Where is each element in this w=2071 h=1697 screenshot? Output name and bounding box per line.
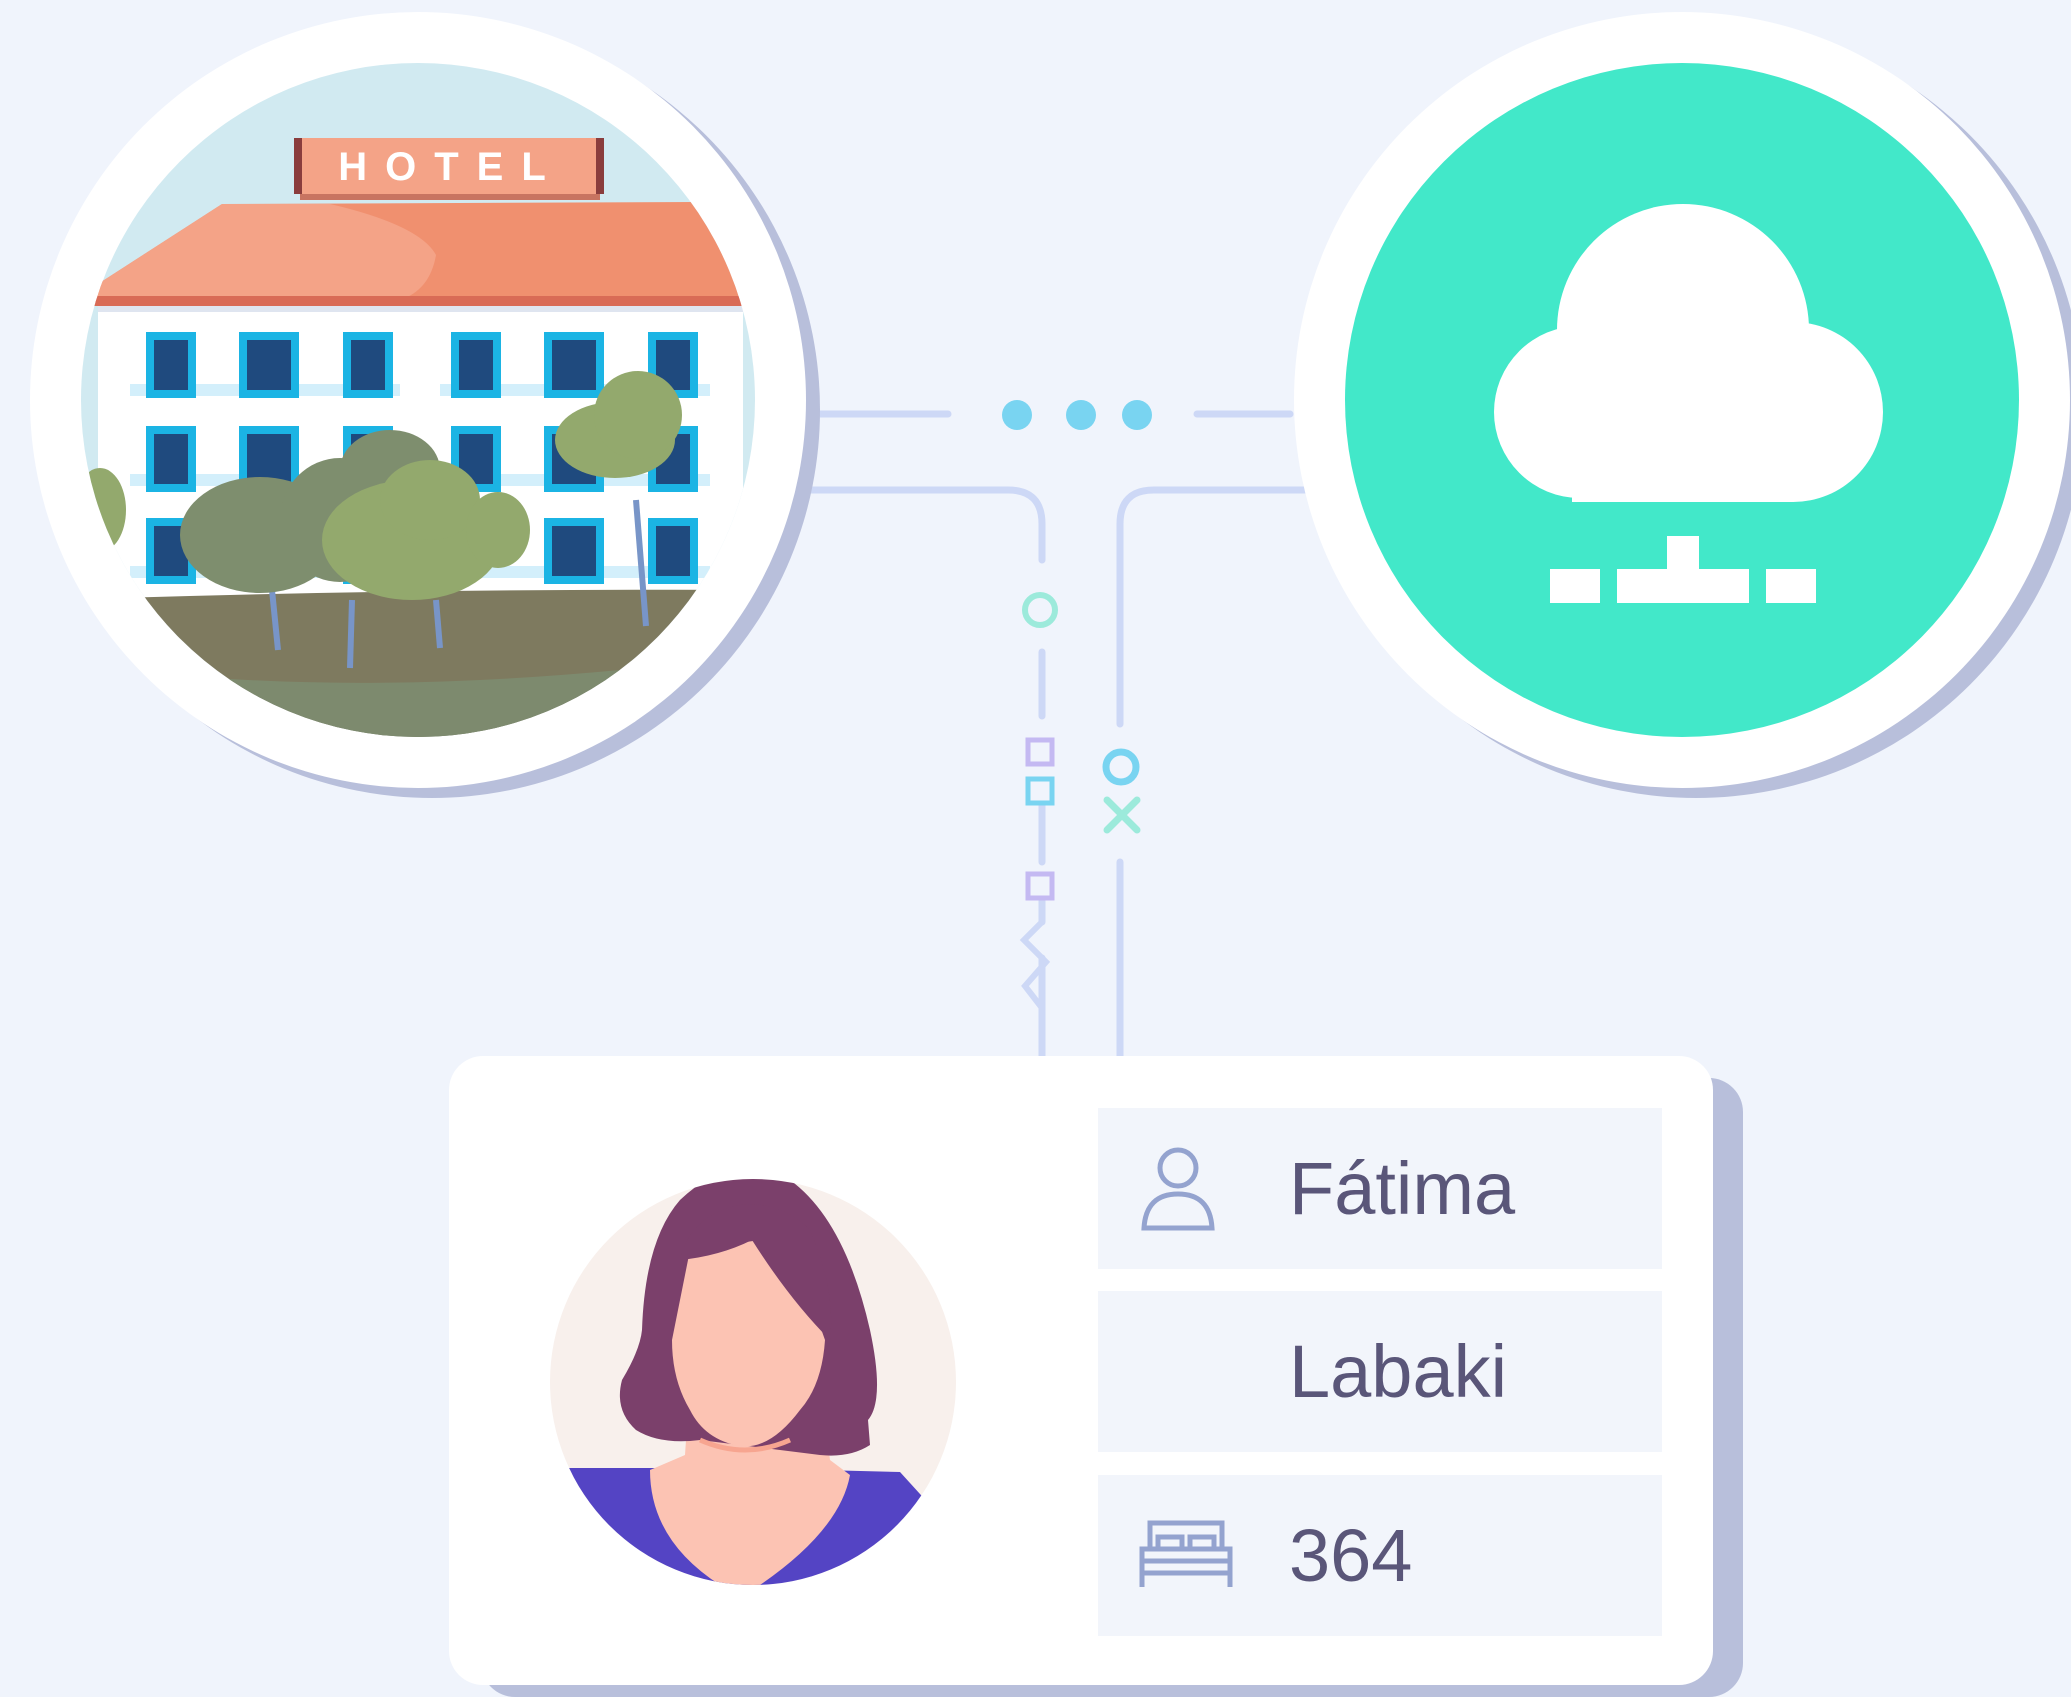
cloud-illustration <box>1294 12 2071 798</box>
square-icon <box>1025 871 1055 901</box>
room-number-value: 364 <box>1289 1514 1413 1597</box>
square-icon <box>1025 776 1055 806</box>
avatar <box>550 1179 956 1585</box>
hotel-sign: HOTEL <box>338 145 564 189</box>
square-icon <box>1025 737 1055 767</box>
cross-icon <box>1103 796 1141 834</box>
first-name-field: Fátima <box>1098 1108 1662 1269</box>
hotel-illustration: HOTEL <box>30 12 820 798</box>
dots-icon <box>1002 400 1152 430</box>
circle-icon <box>1102 748 1140 786</box>
user-icon <box>1141 1147 1215 1231</box>
room-number-field: 364 <box>1098 1475 1662 1636</box>
last-name-field: Labaki <box>1098 1291 1662 1452</box>
woman-avatar <box>560 1179 930 1585</box>
circle-icon <box>1022 592 1058 628</box>
bed-icon <box>1139 1520 1233 1587</box>
first-name-value: Fátima <box>1289 1147 1516 1230</box>
integration-illustration: HOTEL Fátima Labaki 364 <box>0 0 2071 1697</box>
last-name-value: Labaki <box>1289 1330 1508 1413</box>
